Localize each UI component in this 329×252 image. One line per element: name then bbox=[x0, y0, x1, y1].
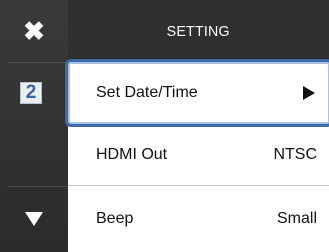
left-sidebar: ✖ 2 bbox=[0, 0, 68, 252]
scroll-down-button[interactable] bbox=[0, 186, 68, 252]
page-title: SETTING bbox=[166, 22, 231, 40]
menu-item-value: NTSC bbox=[273, 145, 317, 163]
menu-item-hdmi-out[interactable]: HDMI Out NTSC bbox=[68, 124, 329, 186]
close-icon: ✖ bbox=[23, 15, 45, 46]
settings-screen: ✖ 2 SETTING Set Date/Time HDMI Out NTSC … bbox=[0, 0, 329, 252]
title-bar: SETTING bbox=[68, 0, 329, 62]
page-number: 2 bbox=[20, 82, 42, 104]
triangle-down-icon bbox=[25, 212, 43, 226]
menu-item-label: HDMI Out bbox=[96, 145, 168, 163]
selection-highlight bbox=[65, 59, 329, 127]
menu-item-value: Small bbox=[276, 210, 317, 227]
menu-item-label: Beep bbox=[96, 210, 134, 227]
page-indicator: 2 bbox=[0, 62, 68, 124]
close-button[interactable]: ✖ bbox=[0, 0, 68, 62]
menu-item-beep[interactable]: Beep Small bbox=[68, 186, 329, 252]
